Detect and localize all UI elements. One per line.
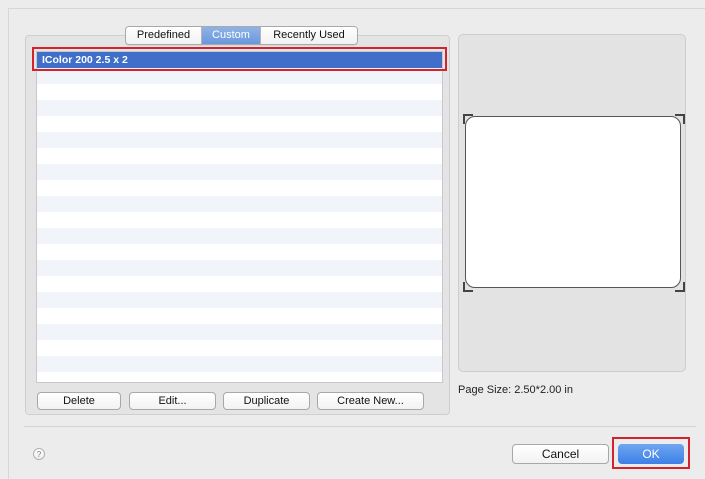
- empty-list-row: [37, 292, 442, 308]
- page-size-label: Page Size: 2.50*2.00 in: [458, 384, 573, 396]
- empty-list-row: [37, 100, 442, 116]
- empty-list-row: [37, 308, 442, 324]
- empty-list-row: [37, 196, 442, 212]
- empty-list-row: [37, 228, 442, 244]
- empty-list-row: [37, 340, 442, 356]
- empty-list-row: [37, 180, 442, 196]
- footer-divider: [24, 426, 696, 427]
- help-icon[interactable]: ?: [33, 448, 45, 460]
- duplicate-button[interactable]: Duplicate: [223, 392, 310, 410]
- empty-list-row: [37, 164, 442, 180]
- empty-list-row: [37, 324, 442, 340]
- tab-recently-used[interactable]: Recently Used: [261, 27, 357, 44]
- margin-corner-mark: [675, 282, 685, 292]
- empty-list-row: [37, 212, 442, 228]
- margin-corner-mark: [463, 114, 473, 124]
- empty-list-row: [37, 372, 442, 382]
- empty-list-row: [37, 116, 442, 132]
- empty-list-row: [37, 84, 442, 100]
- create-new-button[interactable]: Create New...: [317, 392, 424, 410]
- edit-button[interactable]: Edit...: [129, 392, 216, 410]
- empty-list-row: [37, 244, 442, 260]
- tab-predefined[interactable]: Predefined: [126, 27, 202, 44]
- margin-corner-mark: [675, 114, 685, 124]
- page-preview-sheet: [465, 116, 681, 288]
- margin-corner-mark: [463, 282, 473, 292]
- delete-button[interactable]: Delete: [37, 392, 121, 410]
- empty-list-row: [37, 276, 442, 292]
- paper-source-tabs: Predefined Custom Recently Used: [125, 26, 358, 45]
- empty-list-row: [37, 68, 442, 84]
- cancel-button[interactable]: Cancel: [512, 444, 609, 464]
- empty-list-row: [37, 260, 442, 276]
- list-item[interactable]: IColor 200 2.5 x 2: [37, 52, 442, 68]
- ok-button[interactable]: OK: [618, 444, 684, 464]
- empty-list-row: [37, 132, 442, 148]
- empty-list-row: [37, 148, 442, 164]
- tab-custom[interactable]: Custom: [202, 27, 261, 44]
- empty-list-row: [37, 356, 442, 372]
- paper-size-list[interactable]: IColor 200 2.5 x 2: [36, 51, 443, 383]
